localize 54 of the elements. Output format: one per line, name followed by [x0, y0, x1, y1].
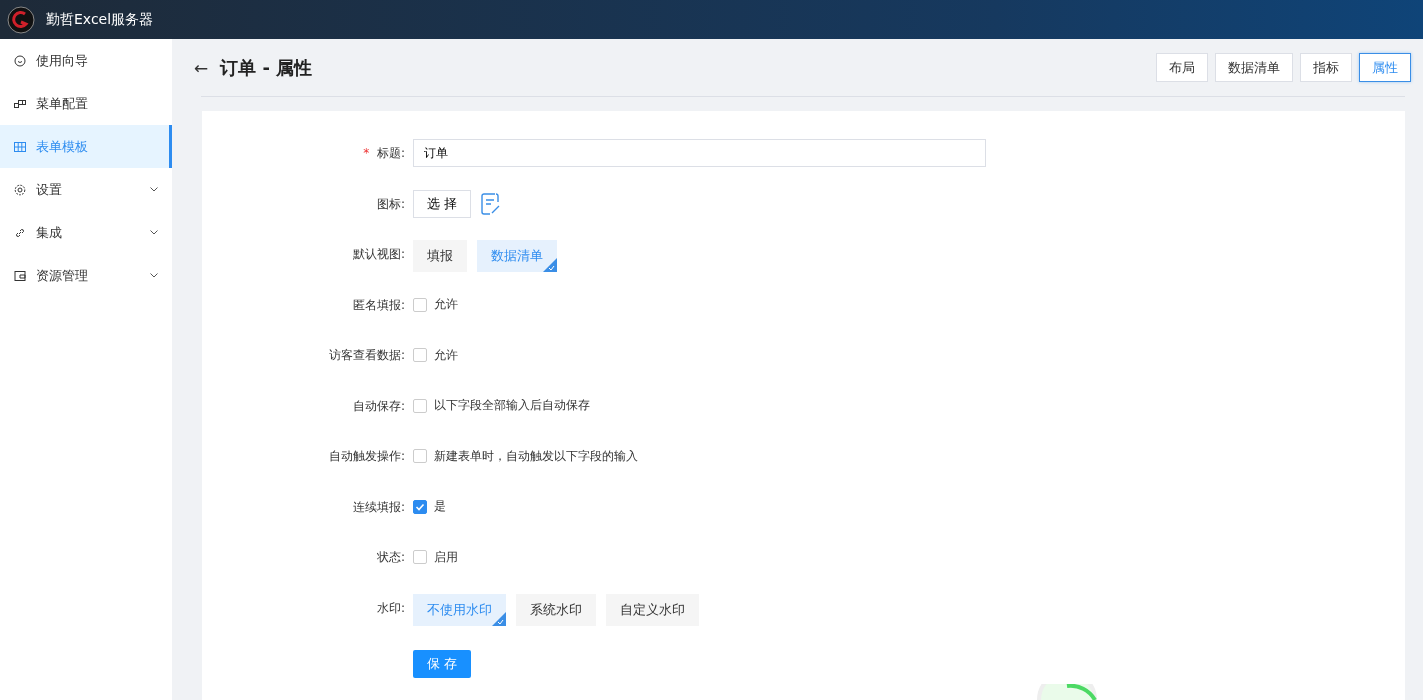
sidebar-item[interactable]: 使用向导: [0, 39, 172, 82]
sidebar-item[interactable]: 资源管理: [0, 254, 172, 297]
field-label: 连续填报:: [352, 499, 405, 514]
logo-icon: [7, 5, 35, 34]
field-label: 水印:: [376, 600, 405, 615]
check-corner-icon: [543, 258, 557, 272]
tab[interactable]: 布局: [1156, 53, 1208, 82]
link-icon: [14, 226, 26, 239]
checkbox[interactable]: [413, 499, 427, 514]
field-label: 标题:: [376, 146, 405, 160]
checkbox-label: 新建表单时，自动触发以下字段的输入: [434, 447, 638, 465]
select-button[interactable]: 选 择: [413, 189, 472, 218]
tab[interactable]: 指标: [1300, 53, 1352, 82]
check-corner-icon: [492, 611, 506, 626]
checkbox[interactable]: [413, 449, 427, 463]
checkbox[interactable]: [413, 297, 427, 312]
option-button[interactable]: 系统水印: [516, 593, 596, 626]
back-arrow[interactable]: ←: [194, 57, 209, 78]
progress-ring-icon: [1037, 684, 1097, 700]
field-label: 访客查看数据:: [328, 348, 405, 362]
sidebar-item[interactable]: 设置: [0, 168, 172, 211]
field-label: 自动触发操作:: [328, 449, 405, 463]
field-label: 图标:: [376, 196, 405, 211]
checkbox[interactable]: [413, 550, 427, 564]
app-title: 勤哲Excel服务器: [46, 10, 154, 29]
chevron-down-icon: [150, 273, 158, 278]
required-asterisk: *: [363, 146, 370, 160]
checkbox-label: 是: [434, 498, 446, 515]
checkbox-label: 允许: [434, 296, 458, 313]
wallet-icon: [14, 269, 26, 282]
field-label: 匿名填报:: [352, 297, 405, 312]
blocks-icon: [14, 98, 26, 109]
smiley-icon: [14, 54, 26, 67]
edit-document-icon: [481, 192, 502, 215]
checkbox[interactable]: [413, 348, 427, 362]
checkbox-label: 以下字段全部输入后自动保存: [434, 397, 590, 414]
checkbox[interactable]: [413, 398, 427, 413]
page-title: 订单 - 属性: [220, 55, 314, 80]
chevron-down-icon: [150, 230, 158, 235]
grid-icon: [14, 141, 26, 152]
checkbox-label: 启用: [434, 548, 458, 566]
sidebar-item[interactable]: 集成: [0, 211, 172, 254]
checkbox-label: 允许: [434, 346, 458, 364]
option-button[interactable]: 自定义水印: [606, 593, 699, 626]
tab[interactable]: 属性: [1359, 53, 1411, 82]
chevron-down-icon: [150, 187, 158, 192]
settings-icon: [14, 183, 26, 196]
title-input[interactable]: 订单: [413, 139, 986, 167]
field-label: 自动保存:: [352, 398, 405, 413]
tab[interactable]: 数据清单: [1215, 53, 1293, 82]
option-button[interactable]: 填报: [413, 240, 467, 272]
sidebar-item[interactable]: 菜单配置: [0, 82, 172, 125]
field-label: 默认视图:: [352, 247, 405, 261]
field-label: 状态:: [376, 550, 405, 564]
